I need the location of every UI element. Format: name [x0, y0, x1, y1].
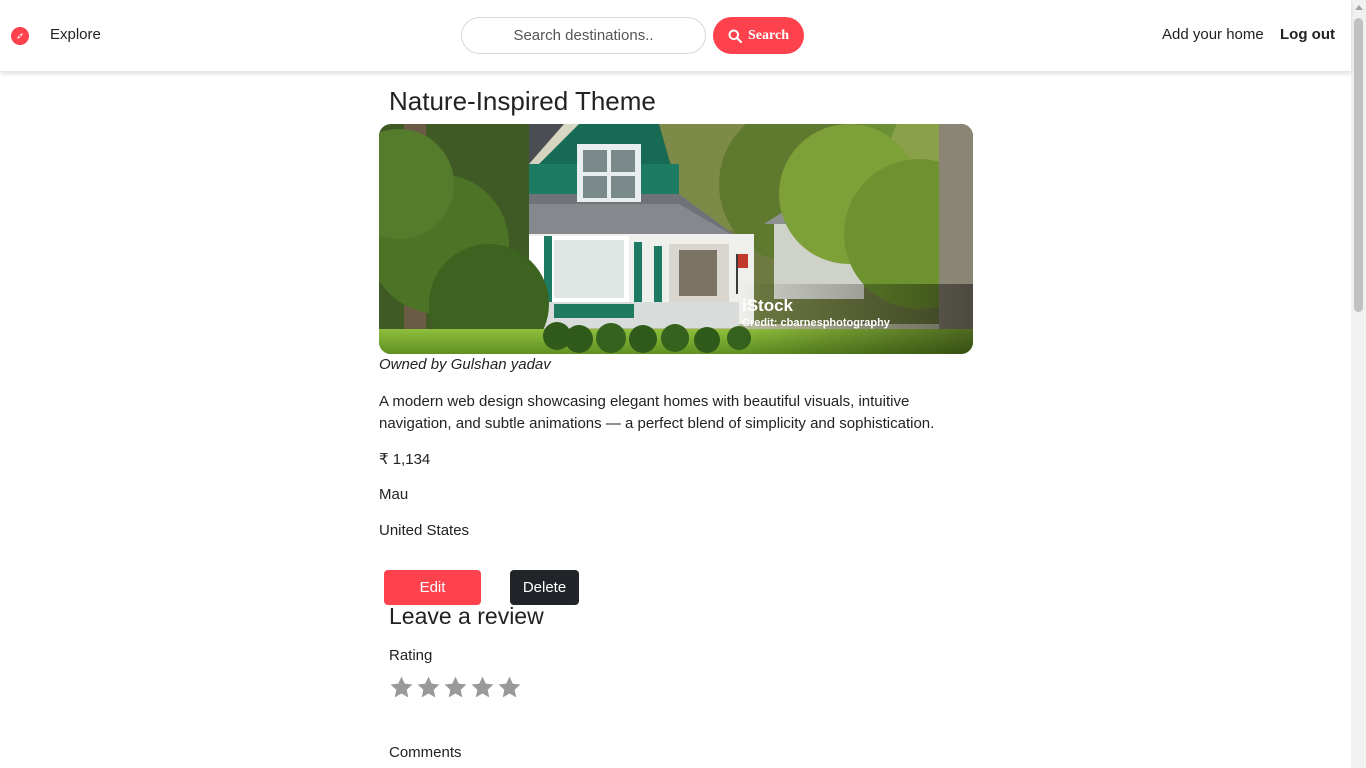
add-your-home-link[interactable]: Add your home — [1162, 26, 1264, 43]
search-input[interactable] — [461, 17, 706, 54]
logout-link[interactable]: Log out — [1280, 26, 1335, 43]
listing-price: ₹ 1,134 — [379, 451, 431, 468]
star-icon[interactable] — [497, 674, 522, 701]
star-rating[interactable] — [389, 674, 522, 701]
compass-icon[interactable] — [11, 27, 29, 45]
star-icon[interactable] — [416, 674, 441, 701]
star-icon[interactable] — [470, 674, 495, 701]
scroll-up-arrow-icon[interactable] — [1355, 5, 1363, 10]
delete-button[interactable]: Delete — [510, 570, 579, 605]
listing-country: United States — [379, 522, 470, 539]
listing-location: Mau — [379, 486, 409, 503]
search-button-label: Search — [748, 27, 789, 43]
listing-description: A modern web design showcasing elegant h… — [379, 393, 935, 432]
star-icon[interactable] — [389, 674, 414, 701]
listing-image: iStock Credit: cbarnesphotography — [379, 124, 973, 354]
edit-button[interactable]: Edit — [384, 570, 481, 605]
search-button[interactable]: Search — [713, 17, 804, 54]
rating-label: Rating — [389, 647, 433, 664]
navbar: Explore Search Add your home Log out — [0, 0, 1351, 72]
listing-owner: Owned by Gulshan yadav — [379, 356, 551, 373]
listing-title: Nature-Inspired Theme — [389, 86, 656, 116]
image-watermark: iStock — [742, 296, 794, 315]
scrollbar-thumb[interactable] — [1354, 18, 1363, 312]
search-icon — [728, 29, 743, 43]
star-icon[interactable] — [443, 674, 468, 701]
review-heading: Leave a review — [389, 603, 544, 629]
image-credit: Credit: cbarnesphotography — [742, 317, 890, 329]
nav-explore-link[interactable]: Explore — [50, 26, 101, 43]
comments-label: Comments — [389, 744, 462, 761]
